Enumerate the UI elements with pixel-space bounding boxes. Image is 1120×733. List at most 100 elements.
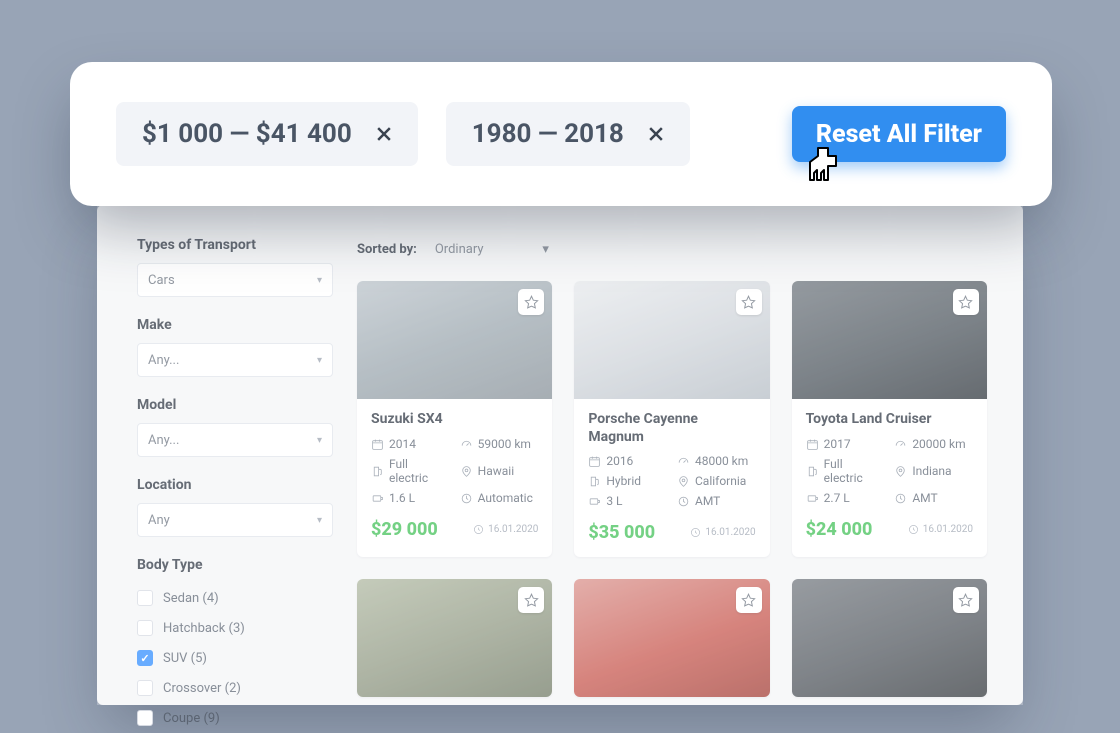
star-icon xyxy=(741,295,756,310)
chevron-down-icon: ▾ xyxy=(317,355,322,366)
checkbox-icon xyxy=(137,620,153,636)
sort-select[interactable]: Ordinary ▾ xyxy=(427,237,557,261)
reset-filters-button[interactable]: Reset All Filter xyxy=(792,106,1006,162)
checkbox-icon xyxy=(137,710,153,726)
active-filters-bar: $1 000 — $41 400 1980 — 2018 Reset All F… xyxy=(70,62,1052,206)
spec-trans: AMT xyxy=(695,494,720,508)
vehicle-thumbnail xyxy=(574,281,769,399)
vehicle-card[interactable]: Porsche Cayenne Magnum 2016 48000 km Hyb… xyxy=(574,281,769,557)
checkbox-icon xyxy=(137,590,153,606)
remove-filter-button[interactable] xyxy=(644,122,668,146)
filter-chip-year: 1980 — 2018 xyxy=(446,102,690,166)
close-icon xyxy=(646,124,666,144)
sort-value: Ordinary xyxy=(435,242,484,257)
cards-grid: Suzuki SX4 2014 59000 km Full electric H… xyxy=(357,281,987,697)
spec-location: Hawaii xyxy=(478,464,514,478)
spec-mileage: 48000 km xyxy=(695,454,748,468)
star-icon xyxy=(958,593,973,608)
star-icon xyxy=(741,593,756,608)
location-icon xyxy=(894,465,907,478)
bodytype-heading: Body Type xyxy=(137,557,333,573)
clock-icon xyxy=(908,524,919,535)
vehicle-title: Porsche Cayenne Magnum xyxy=(588,411,755,446)
fuel-icon xyxy=(806,465,819,478)
spec-year: 2014 xyxy=(389,437,416,451)
star-icon xyxy=(524,593,539,608)
vehicle-card[interactable] xyxy=(574,579,769,697)
spec-fuel: Full electric xyxy=(389,457,450,485)
bodytype-list: Sedan (4) Hatchback (3) SUV (5) Crossove… xyxy=(137,583,333,733)
fuel-icon xyxy=(371,465,384,478)
bodytype-label: SUV (5) xyxy=(163,651,207,666)
vehicle-card[interactable]: Toyota Land Cruiser 2017 20000 km Full e… xyxy=(792,281,987,557)
bodytype-option[interactable]: Sedan (4) xyxy=(137,583,333,613)
vehicle-date: 16.01.2020 xyxy=(690,527,755,538)
vehicle-title: Suzuki SX4 xyxy=(371,411,538,429)
chevron-down-icon: ▾ xyxy=(542,242,549,257)
transport-select[interactable]: Cars ▾ xyxy=(137,263,333,297)
spec-mileage: 20000 km xyxy=(912,437,965,451)
vehicle-title: Toyota Land Cruiser xyxy=(806,411,973,429)
model-select[interactable]: Any... ▾ xyxy=(137,423,333,457)
remove-filter-button[interactable] xyxy=(372,122,396,146)
engine-icon xyxy=(371,492,384,505)
bodytype-label: Crossover (2) xyxy=(163,681,241,696)
spec-fuel: Full electric xyxy=(824,457,885,485)
bodytype-option[interactable]: Coupe (9) xyxy=(137,703,333,733)
vehicle-thumbnail xyxy=(574,579,769,697)
sort-label: Sorted by: xyxy=(357,242,417,257)
favorite-button[interactable] xyxy=(953,587,979,613)
vehicle-date: 16.01.2020 xyxy=(473,524,538,535)
spec-mileage: 59000 km xyxy=(478,437,531,451)
chevron-down-icon: ▾ xyxy=(317,515,322,526)
location-heading: Location xyxy=(137,477,333,493)
spec-year: 2016 xyxy=(606,454,633,468)
spec-location: Indiana xyxy=(912,464,951,478)
spec-trans: AMT xyxy=(912,491,937,505)
make-select[interactable]: Any... ▾ xyxy=(137,343,333,377)
engine-icon xyxy=(806,492,819,505)
location-select[interactable]: Any ▾ xyxy=(137,503,333,537)
favorite-button[interactable] xyxy=(736,587,762,613)
transmission-icon xyxy=(460,492,473,505)
vehicle-card[interactable]: Suzuki SX4 2014 59000 km Full electric H… xyxy=(357,281,552,557)
transmission-icon xyxy=(677,495,690,508)
filter-chip-label: 1980 — 2018 xyxy=(472,119,624,149)
gauge-icon xyxy=(894,438,907,451)
favorite-button[interactable] xyxy=(518,587,544,613)
chevron-down-icon: ▾ xyxy=(317,275,322,286)
bodytype-label: Coupe (9) xyxy=(163,711,220,726)
transmission-icon xyxy=(894,492,907,505)
star-icon xyxy=(958,295,973,310)
bodytype-option[interactable]: SUV (5) xyxy=(137,643,333,673)
favorite-button[interactable] xyxy=(736,289,762,315)
spec-trans: Automatic xyxy=(478,491,533,505)
vehicle-price: $35 000 xyxy=(588,522,655,543)
spec-fuel: Hybrid xyxy=(606,474,641,488)
spec-year: 2017 xyxy=(824,437,851,451)
location-icon xyxy=(677,475,690,488)
model-value: Any... xyxy=(148,433,179,448)
favorite-button[interactable] xyxy=(953,289,979,315)
bodytype-option[interactable]: Crossover (2) xyxy=(137,673,333,703)
spec-engine: 1.6 L xyxy=(389,491,415,505)
gauge-icon xyxy=(677,455,690,468)
transport-heading: Types of Transport xyxy=(137,237,333,253)
vehicle-price: $29 000 xyxy=(371,519,438,540)
vehicle-card[interactable] xyxy=(357,579,552,697)
clock-icon xyxy=(690,527,701,538)
favorite-button[interactable] xyxy=(518,289,544,315)
make-heading: Make xyxy=(137,317,333,333)
chevron-down-icon: ▾ xyxy=(317,435,322,446)
filters-sidebar: Types of Transport Cars ▾ Make Any... ▾ … xyxy=(137,237,333,705)
calendar-icon xyxy=(806,438,819,451)
calendar-icon xyxy=(371,438,384,451)
bodytype-option[interactable]: Hatchback (3) xyxy=(137,613,333,643)
vehicle-thumbnail xyxy=(357,281,552,399)
listings-area: Sorted by: Ordinary ▾ Suzuki SX4 2014 xyxy=(357,237,987,705)
close-icon xyxy=(374,124,394,144)
location-value: Any xyxy=(148,513,170,528)
vehicle-date: 16.01.2020 xyxy=(908,524,973,535)
vehicle-card[interactable] xyxy=(792,579,987,697)
reset-filters-label: Reset All Filter xyxy=(816,120,982,149)
